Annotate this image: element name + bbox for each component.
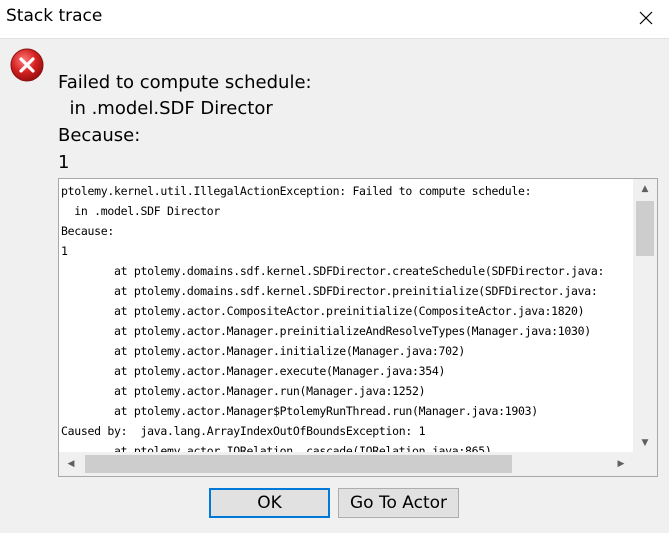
trace-line: Caused by: java.lang.ArrayIndexOutOfBoun… xyxy=(61,424,426,438)
message-line-4: 1 xyxy=(58,152,70,173)
vertical-scrollbar[interactable]: ▲ ▼ xyxy=(633,179,657,453)
message-line-3: Because: xyxy=(58,125,141,146)
close-icon xyxy=(639,11,653,25)
trace-line: at ptolemy.actor.Manager.run(Manager.jav… xyxy=(61,384,426,398)
trace-line: at ptolemy.domains.sdf.kernel.SDFDirecto… xyxy=(61,284,598,298)
trace-line: at ptolemy.actor.Manager$PtolemyRunThrea… xyxy=(61,404,538,418)
stack-trace-textarea[interactable]: ptolemy.kernel.util.IllegalActionExcepti… xyxy=(58,178,658,477)
trace-line: at ptolemy.actor.Manager.execute(Manager… xyxy=(61,364,446,378)
trace-line: in .model.SDF Director xyxy=(61,204,220,218)
horizontal-scrollbar[interactable]: ◀ ▶ xyxy=(59,452,633,476)
scroll-down-arrow-icon[interactable]: ▼ xyxy=(633,433,657,453)
message-line-2: in .model.SDF Director xyxy=(58,98,273,119)
close-button[interactable] xyxy=(623,0,669,36)
title-bar: Stack trace xyxy=(0,0,669,39)
window-title: Stack trace xyxy=(6,6,103,26)
vertical-scroll-thumb[interactable] xyxy=(636,201,654,256)
scroll-left-arrow-icon[interactable]: ◀ xyxy=(59,454,83,474)
trace-line: at ptolemy.actor.CompositeActor.preiniti… xyxy=(61,304,585,318)
trace-line: 1 xyxy=(61,244,68,258)
horizontal-scroll-thumb[interactable] xyxy=(85,455,512,473)
go-to-actor-button[interactable]: Go To Actor xyxy=(338,488,459,518)
message-line-1: Failed to compute schedule: xyxy=(58,72,312,93)
error-icon xyxy=(10,48,44,82)
trace-line: Because: xyxy=(61,224,114,238)
trace-line: at ptolemy.actor.Manager.preinitializeAn… xyxy=(61,324,591,338)
scrollbar-corner xyxy=(633,452,657,476)
trace-line: at ptolemy.actor.Manager.initialize(Mana… xyxy=(61,344,466,358)
scroll-up-arrow-icon[interactable]: ▲ xyxy=(633,179,657,199)
stack-trace-content[interactable]: ptolemy.kernel.util.IllegalActionExcepti… xyxy=(61,181,632,453)
scroll-right-arrow-icon[interactable]: ▶ xyxy=(609,454,633,474)
ok-button[interactable]: OK xyxy=(209,488,330,518)
trace-line: at ptolemy.domains.sdf.kernel.SDFDirecto… xyxy=(61,264,605,278)
trace-line: ptolemy.kernel.util.IllegalActionExcepti… xyxy=(61,184,532,198)
